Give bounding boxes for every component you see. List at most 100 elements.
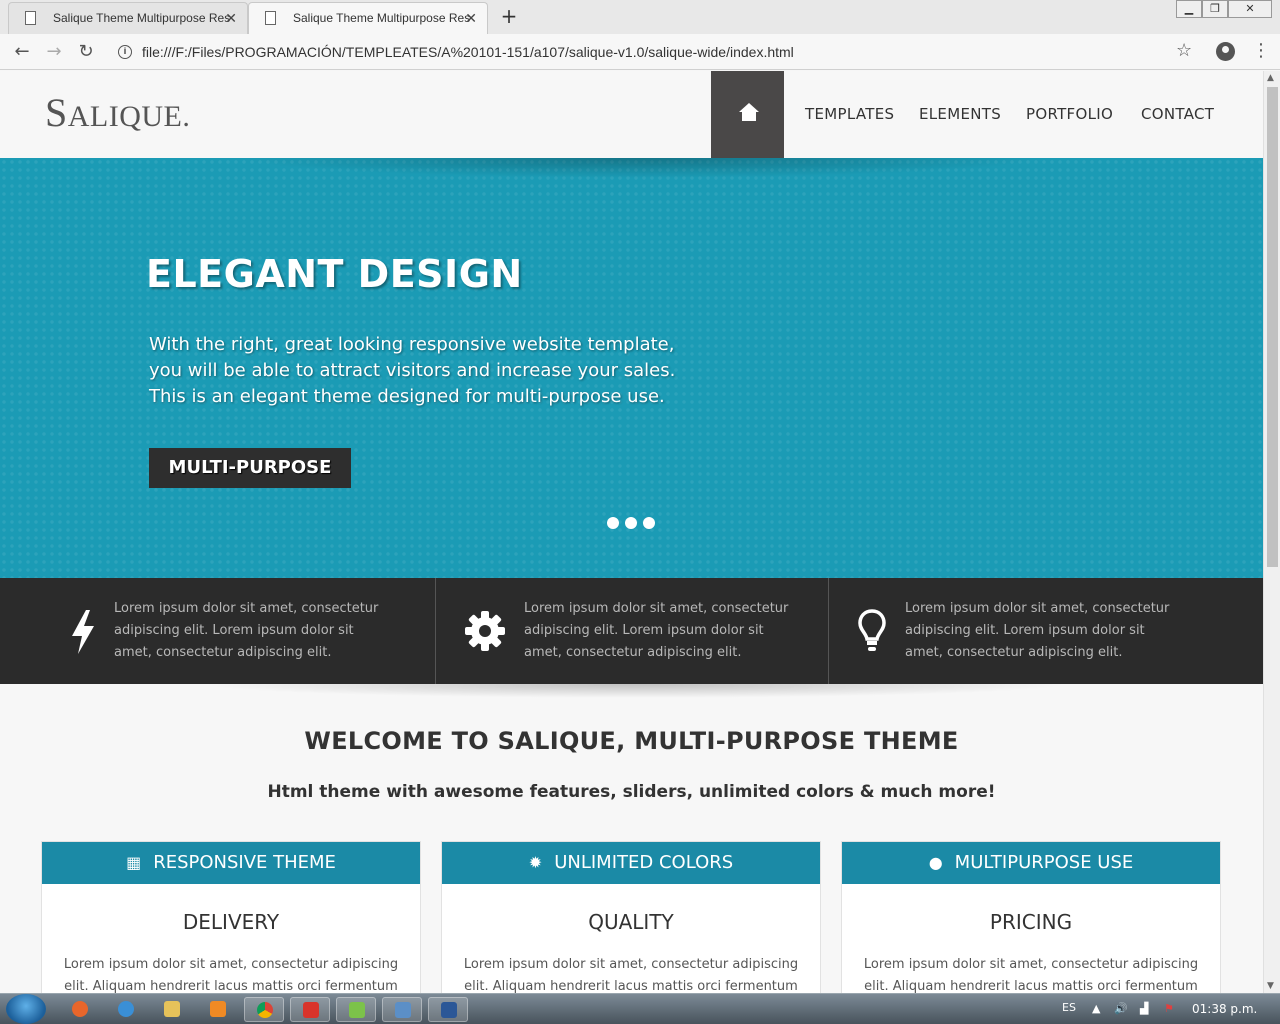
slider-pagination <box>607 517 655 529</box>
site-header: SALIQUE. TEMPLATES ELEMENTS PORTFOLIO CO… <box>0 71 1263 158</box>
welcome-title: WELCOME TO SALIQUE, MULTI-PURPOSE THEME <box>304 727 959 755</box>
slider-dot[interactable] <box>643 517 655 529</box>
card-header: ▦ RESPONSIVE THEME <box>42 842 420 884</box>
word-icon <box>441 1002 457 1018</box>
info-icon[interactable]: i <box>118 45 132 59</box>
lightning-bolt-icon <box>72 610 94 654</box>
url-text: file:///F:/Files/PROGRAMACIÓN/TEMPLEATES… <box>142 44 794 60</box>
new-tab-button[interactable]: + <box>495 4 523 30</box>
firefox-icon <box>72 1001 88 1017</box>
action-center-icon[interactable]: ⚑ <box>1164 1002 1174 1015</box>
reload-icon[interactable]: ↻ <box>74 40 98 64</box>
page-viewport: SALIQUE. TEMPLATES ELEMENTS PORTFOLIO CO… <box>0 71 1280 993</box>
nav-elements[interactable]: ELEMENTS <box>919 105 1001 123</box>
logo-rest: ALIQUE. <box>67 100 191 133</box>
volume-icon[interactable]: 🔊 <box>1114 1002 1128 1015</box>
windows-taskbar: ES ▲ 🔊 ▟ ⚑ 01:38 p.m. <box>0 993 1280 1024</box>
chrome-icon <box>257 1002 273 1018</box>
monitor-icon <box>395 1002 411 1018</box>
feature-card-responsive: ▦ RESPONSIVE THEME DELIVERY Lorem ipsum d… <box>41 841 421 993</box>
taskbar-media-player[interactable] <box>198 997 238 1022</box>
gear-icon: ✹ <box>528 853 543 872</box>
card-header-label: RESPONSIVE THEME <box>153 852 336 873</box>
user-icon: ● <box>928 853 943 872</box>
home-nav-button[interactable] <box>711 71 784 158</box>
taskbar-app[interactable] <box>382 997 422 1022</box>
close-tab-icon[interactable]: ✕ <box>465 3 477 33</box>
slider-dot[interactable] <box>625 517 637 529</box>
folder-icon <box>164 1001 180 1017</box>
browser-tab-strip: Salique Theme Multipurpose Res ✕ Salique… <box>0 0 1280 34</box>
scroll-up-icon[interactable]: ▲ <box>1267 73 1274 83</box>
forward-icon[interactable]: → <box>42 40 66 64</box>
language-indicator[interactable]: ES <box>1062 1001 1076 1014</box>
feature-card-multipurpose: ● MULTIPURPOSE USE PRICING Lorem ipsum do… <box>841 841 1221 993</box>
nav-contact[interactable]: CONTACT <box>1141 105 1214 123</box>
taskbar-explorer[interactable] <box>152 997 192 1022</box>
card-body: Lorem ipsum dolor sit amet, consectetur … <box>463 957 799 993</box>
bookmark-star-icon[interactable]: ☆ <box>1176 40 1192 61</box>
browser-tab[interactable]: Salique Theme Multipurpose Res ✕ <box>8 2 248 34</box>
app-icon <box>303 1002 319 1018</box>
account-icon[interactable] <box>1216 42 1235 61</box>
app-icon <box>349 1002 365 1018</box>
feature-text: Lorem ipsum dolor sit amet, consectetur … <box>905 601 1170 660</box>
site-logo[interactable]: SALIQUE. <box>45 89 190 136</box>
card-header-label: MULTIPURPOSE USE <box>954 852 1134 873</box>
card-title: QUALITY <box>588 910 674 934</box>
taskbar-chrome[interactable] <box>244 997 284 1022</box>
section-shadow <box>200 684 1070 698</box>
browser-menu-icon[interactable]: ⋮ <box>1252 40 1270 61</box>
document-icon <box>25 11 36 25</box>
feature-item: Lorem ipsum dolor sit amet, consectetur … <box>436 578 828 684</box>
window-controls: ▁ ❐ ✕ <box>1176 0 1272 18</box>
taskbar-app[interactable] <box>336 997 376 1022</box>
welcome-subtitle: Html theme with awesome features, slider… <box>267 782 996 802</box>
hero-text: With the right, great looking responsive… <box>149 334 676 407</box>
taskbar-word[interactable] <box>428 997 468 1022</box>
header-shadow <box>240 158 1040 178</box>
hero-title: ELEGANT DESIGN <box>146 252 523 296</box>
feature-item: Lorem ipsum dolor sit amet, consectetur … <box>0 578 435 684</box>
card-header: ✹ UNLIMITED COLORS <box>442 842 820 884</box>
browser-tab-active[interactable]: Salique Theme Multipurpose Res ✕ <box>248 2 488 34</box>
page-scrollbar[interactable]: ▲ ▼ <box>1263 71 1280 993</box>
scroll-down-icon[interactable]: ▼ <box>1267 981 1274 991</box>
start-button[interactable] <box>6 994 46 1024</box>
back-icon[interactable]: ← <box>10 40 34 64</box>
features-bar: Lorem ipsum dolor sit amet, consectetur … <box>0 578 1263 684</box>
scrollbar-thumb[interactable] <box>1267 87 1278 567</box>
taskbar-app[interactable] <box>290 997 330 1022</box>
multi-purpose-button[interactable]: MULTI-PURPOSE <box>149 448 351 488</box>
card-title: PRICING <box>989 910 1073 934</box>
address-bar[interactable]: i file:///F:/Files/PROGRAMACIÓN/TEMPLEAT… <box>108 38 1206 66</box>
slider-dot[interactable] <box>607 517 619 529</box>
taskbar-firefox[interactable] <box>60 997 100 1022</box>
feature-text: Lorem ipsum dolor sit amet, consectetur … <box>524 601 789 660</box>
feature-item: Lorem ipsum dolor sit amet, consectetur … <box>829 578 1263 684</box>
taskbar-ie[interactable] <box>106 997 146 1022</box>
system-tray: ES ▲ 🔊 ▟ ⚑ 01:38 p.m. <box>1050 994 1280 1024</box>
logo-initial: S <box>45 90 68 135</box>
card-title: DELIVERY <box>182 910 280 934</box>
show-hidden-icons-icon[interactable]: ▲ <box>1092 1002 1100 1015</box>
nav-templates[interactable]: TEMPLATES <box>805 105 894 123</box>
qr-code-icon: ▦ <box>126 853 142 872</box>
close-tab-icon[interactable]: ✕ <box>225 3 237 33</box>
document-icon <box>265 11 276 25</box>
card-header-label: UNLIMITED COLORS <box>554 852 734 873</box>
internet-explorer-icon <box>118 1001 134 1017</box>
media-player-icon <box>210 1001 226 1017</box>
clock[interactable]: 01:38 p.m. <box>1192 1002 1257 1016</box>
hero-slider: ELEGANT DESIGN With the right, great loo… <box>0 158 1263 578</box>
nav-portfolio[interactable]: PORTFOLIO <box>1026 105 1113 123</box>
tab-title: Salique Theme Multipurpose Res <box>53 11 231 25</box>
minimize-button[interactable]: ▁ <box>1176 0 1202 18</box>
network-icon[interactable]: ▟ <box>1140 1002 1148 1015</box>
home-icon <box>739 103 759 121</box>
restore-button[interactable]: ❐ <box>1202 0 1228 18</box>
close-window-button[interactable]: ✕ <box>1228 0 1272 18</box>
lightbulb-icon <box>858 609 886 651</box>
address-toolbar: ← → ↻ i file:///F:/Files/PROGRAMACIÓN/TE… <box>0 34 1280 70</box>
card-body: Lorem ipsum dolor sit amet, consectetur … <box>863 957 1199 993</box>
